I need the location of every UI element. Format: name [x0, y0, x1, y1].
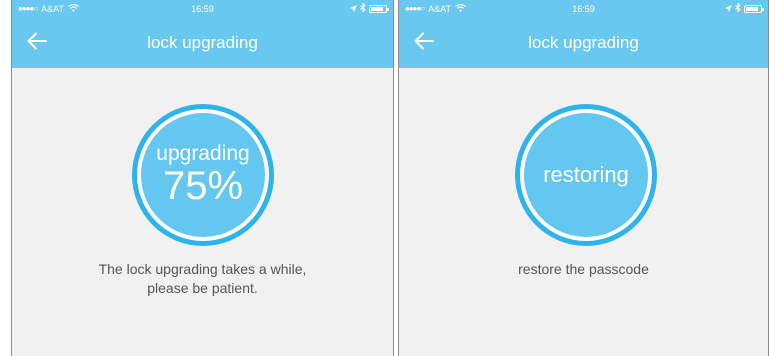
nav-bar: lock upgrading	[12, 18, 393, 68]
battery-icon	[369, 5, 389, 13]
status-message: restore the passcode	[399, 260, 768, 279]
status-time: 16:59	[572, 4, 595, 14]
location-arrow-icon	[350, 0, 357, 18]
message-line-1: restore the passcode	[518, 261, 649, 277]
progress-label: restoring	[543, 162, 629, 187]
upgrade-progress-indicator: upgrading 75%	[141, 113, 265, 237]
status-bar: ●●●●○ A&AT 16:59	[12, 0, 393, 18]
bluetooth-icon	[735, 0, 741, 18]
restore-screen: ●●●●○ A&AT 16:59 lock upgrading restorin…	[398, 0, 769, 356]
status-message: The lock upgrading takes a while, please…	[12, 260, 393, 298]
message-line-2: please be patient.	[147, 280, 258, 296]
status-time: 16:59	[191, 4, 214, 14]
page-title: lock upgrading	[528, 33, 639, 52]
progress-percent: 75%	[162, 164, 244, 208]
upgrade-screen: ●●●●○ A&AT 16:59 lock upgrading upgradin…	[11, 0, 394, 356]
status-bar: ●●●●○ A&AT 16:59	[399, 0, 768, 18]
restore-progress-indicator: restoring	[524, 113, 648, 237]
message-line-1: The lock upgrading takes a while,	[98, 261, 307, 277]
location-arrow-icon	[725, 0, 732, 18]
nav-bar: lock upgrading	[399, 18, 768, 68]
battery-icon	[744, 5, 764, 13]
page-title: lock upgrading	[147, 33, 258, 52]
progress-label: upgrading	[156, 142, 250, 165]
bluetooth-icon	[360, 0, 366, 18]
